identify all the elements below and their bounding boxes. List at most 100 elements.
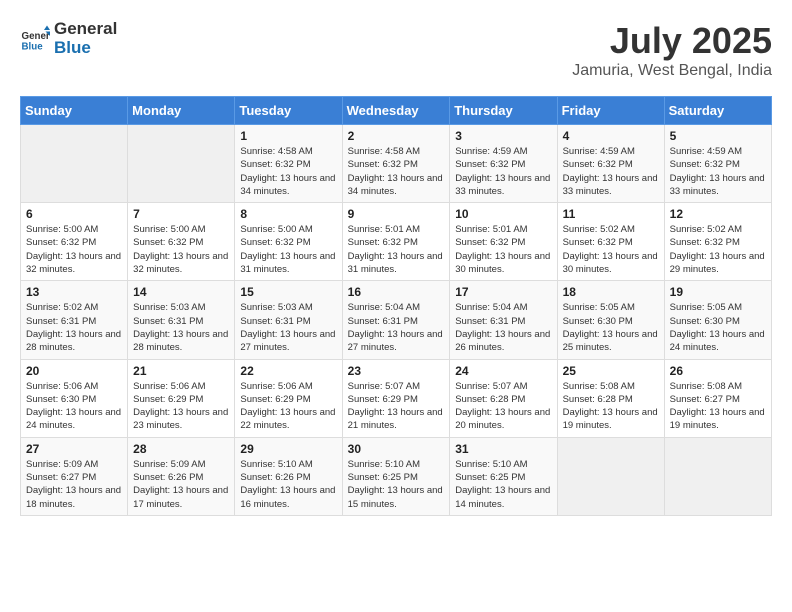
day-info: Sunrise: 5:03 AM Sunset: 6:31 PM Dayligh… (240, 301, 336, 354)
logo: General Blue General Blue (20, 20, 117, 57)
day-info: Sunrise: 5:06 AM Sunset: 6:29 PM Dayligh… (133, 380, 229, 433)
calendar-cell: 18 Sunrise: 5:05 AM Sunset: 6:30 PM Dayli… (557, 281, 664, 359)
weekday-header-friday: Friday (557, 97, 664, 125)
day-number: 26 (670, 364, 766, 378)
day-number: 2 (348, 129, 445, 143)
day-number: 20 (26, 364, 122, 378)
day-info: Sunrise: 5:05 AM Sunset: 6:30 PM Dayligh… (563, 301, 659, 354)
calendar-cell (557, 437, 664, 515)
weekday-header-saturday: Saturday (664, 97, 771, 125)
day-info: Sunrise: 5:07 AM Sunset: 6:28 PM Dayligh… (455, 380, 551, 433)
day-number: 4 (563, 129, 659, 143)
day-number: 3 (455, 129, 551, 143)
day-number: 25 (563, 364, 659, 378)
weekday-header-wednesday: Wednesday (342, 97, 450, 125)
calendar-cell: 9 Sunrise: 5:01 AM Sunset: 6:32 PM Daylig… (342, 203, 450, 281)
day-number: 24 (455, 364, 551, 378)
calendar-cell: 2 Sunrise: 4:58 AM Sunset: 6:32 PM Daylig… (342, 125, 450, 203)
day-info: Sunrise: 5:02 AM Sunset: 6:32 PM Dayligh… (563, 223, 659, 276)
day-info: Sunrise: 4:58 AM Sunset: 6:32 PM Dayligh… (348, 145, 445, 198)
day-number: 17 (455, 285, 551, 299)
calendar-cell: 23 Sunrise: 5:07 AM Sunset: 6:29 PM Dayli… (342, 359, 450, 437)
day-info: Sunrise: 5:06 AM Sunset: 6:30 PM Dayligh… (26, 380, 122, 433)
day-info: Sunrise: 5:10 AM Sunset: 6:25 PM Dayligh… (348, 458, 445, 511)
calendar-cell: 15Sunrise: 5:03 AM Sunset: 6:31 PM Dayli… (235, 281, 342, 359)
day-number: 11 (563, 207, 659, 221)
day-info: Sunrise: 5:01 AM Sunset: 6:32 PM Dayligh… (455, 223, 551, 276)
calendar-cell: 21 Sunrise: 5:06 AM Sunset: 6:29 PM Dayli… (128, 359, 235, 437)
day-info: Sunrise: 4:59 AM Sunset: 6:32 PM Dayligh… (563, 145, 659, 198)
calendar-cell: 26 Sunrise: 5:08 AM Sunset: 6:27 PM Dayli… (664, 359, 771, 437)
day-number: 27 (26, 442, 122, 456)
day-info: Sunrise: 5:08 AM Sunset: 6:27 PM Dayligh… (670, 380, 766, 433)
calendar-cell: 25Sunrise: 5:08 AM Sunset: 6:28 PM Dayli… (557, 359, 664, 437)
day-number: 14 (133, 285, 229, 299)
day-info: Sunrise: 5:10 AM Sunset: 6:25 PM Dayligh… (455, 458, 551, 511)
calendar-cell: 29 Sunrise: 5:10 AM Sunset: 6:26 PM Dayli… (235, 437, 342, 515)
day-number: 8 (240, 207, 336, 221)
calendar-cell: 30 Sunrise: 5:10 AM Sunset: 6:25 PM Dayli… (342, 437, 450, 515)
day-info: Sunrise: 5:04 AM Sunset: 6:31 PM Dayligh… (348, 301, 445, 354)
day-info: Sunrise: 5:07 AM Sunset: 6:29 PM Dayligh… (348, 380, 445, 433)
day-number: 23 (348, 364, 445, 378)
day-number: 21 (133, 364, 229, 378)
calendar-cell: 10Sunrise: 5:01 AM Sunset: 6:32 PM Dayli… (450, 203, 557, 281)
day-number: 18 (563, 285, 659, 299)
calendar-cell: 19Sunrise: 5:05 AM Sunset: 6:30 PM Dayli… (664, 281, 771, 359)
day-number: 1 (240, 129, 336, 143)
calendar-cell: 28 Sunrise: 5:09 AM Sunset: 6:26 PM Dayli… (128, 437, 235, 515)
day-number: 29 (240, 442, 336, 456)
day-number: 30 (348, 442, 445, 456)
calendar-week-row: 6Sunrise: 5:00 AM Sunset: 6:32 PM Daylig… (21, 203, 772, 281)
calendar-cell (21, 125, 128, 203)
day-number: 9 (348, 207, 445, 221)
calendar-cell: 22 Sunrise: 5:06 AM Sunset: 6:29 PM Dayli… (235, 359, 342, 437)
calendar-cell: 4 Sunrise: 4:59 AM Sunset: 6:32 PM Daylig… (557, 125, 664, 203)
calendar-cell: 12 Sunrise: 5:02 AM Sunset: 6:32 PM Dayli… (664, 203, 771, 281)
day-number: 5 (670, 129, 766, 143)
logo-icon: General Blue (20, 24, 50, 54)
day-info: Sunrise: 5:00 AM Sunset: 6:32 PM Dayligh… (133, 223, 229, 276)
calendar-cell (128, 125, 235, 203)
day-info: Sunrise: 5:10 AM Sunset: 6:26 PM Dayligh… (240, 458, 336, 511)
day-info: Sunrise: 5:06 AM Sunset: 6:29 PM Dayligh… (240, 380, 336, 433)
weekday-header-sunday: Sunday (21, 97, 128, 125)
day-info: Sunrise: 5:03 AM Sunset: 6:31 PM Dayligh… (133, 301, 229, 354)
calendar-cell: 13Sunrise: 5:02 AM Sunset: 6:31 PM Dayli… (21, 281, 128, 359)
calendar-week-row: 27 Sunrise: 5:09 AM Sunset: 6:27 PM Dayli… (21, 437, 772, 515)
day-number: 28 (133, 442, 229, 456)
calendar-cell: 8 Sunrise: 5:00 AM Sunset: 6:32 PM Daylig… (235, 203, 342, 281)
day-number: 13 (26, 285, 122, 299)
calendar-cell: 31 Sunrise: 5:10 AM Sunset: 6:25 PM Dayli… (450, 437, 557, 515)
location: Jamuria, West Bengal, India (572, 62, 772, 80)
day-info: Sunrise: 4:59 AM Sunset: 6:32 PM Dayligh… (670, 145, 766, 198)
day-info: Sunrise: 5:09 AM Sunset: 6:26 PM Dayligh… (133, 458, 229, 511)
logo-blue-text: Blue (54, 39, 117, 58)
day-info: Sunrise: 5:02 AM Sunset: 6:32 PM Dayligh… (670, 223, 766, 276)
day-info: Sunrise: 4:59 AM Sunset: 6:32 PM Dayligh… (455, 145, 551, 198)
day-info: Sunrise: 5:00 AM Sunset: 6:32 PM Dayligh… (26, 223, 122, 276)
day-info: Sunrise: 5:04 AM Sunset: 6:31 PM Dayligh… (455, 301, 551, 354)
weekday-header-tuesday: Tuesday (235, 97, 342, 125)
day-number: 31 (455, 442, 551, 456)
day-number: 22 (240, 364, 336, 378)
day-info: Sunrise: 5:01 AM Sunset: 6:32 PM Dayligh… (348, 223, 445, 276)
calendar-cell: 14 Sunrise: 5:03 AM Sunset: 6:31 PM Dayli… (128, 281, 235, 359)
weekday-header-row: SundayMondayTuesdayWednesdayThursdayFrid… (21, 97, 772, 125)
day-info: Sunrise: 5:09 AM Sunset: 6:27 PM Dayligh… (26, 458, 122, 511)
day-number: 19 (670, 285, 766, 299)
calendar-week-row: 13Sunrise: 5:02 AM Sunset: 6:31 PM Dayli… (21, 281, 772, 359)
day-number: 12 (670, 207, 766, 221)
calendar-cell: 27 Sunrise: 5:09 AM Sunset: 6:27 PM Dayli… (21, 437, 128, 515)
logo-general-text: General (54, 20, 117, 39)
calendar-week-row: 20 Sunrise: 5:06 AM Sunset: 6:30 PM Dayli… (21, 359, 772, 437)
calendar-cell: 24 Sunrise: 5:07 AM Sunset: 6:28 PM Dayli… (450, 359, 557, 437)
day-number: 7 (133, 207, 229, 221)
svg-text:Blue: Blue (22, 41, 44, 52)
day-number: 16 (348, 285, 445, 299)
calendar-cell: 16 Sunrise: 5:04 AM Sunset: 6:31 PM Dayli… (342, 281, 450, 359)
calendar-cell: 6Sunrise: 5:00 AM Sunset: 6:32 PM Daylig… (21, 203, 128, 281)
day-info: Sunrise: 5:00 AM Sunset: 6:32 PM Dayligh… (240, 223, 336, 276)
svg-text:General: General (22, 31, 51, 42)
calendar-cell: 17 Sunrise: 5:04 AM Sunset: 6:31 PM Dayli… (450, 281, 557, 359)
